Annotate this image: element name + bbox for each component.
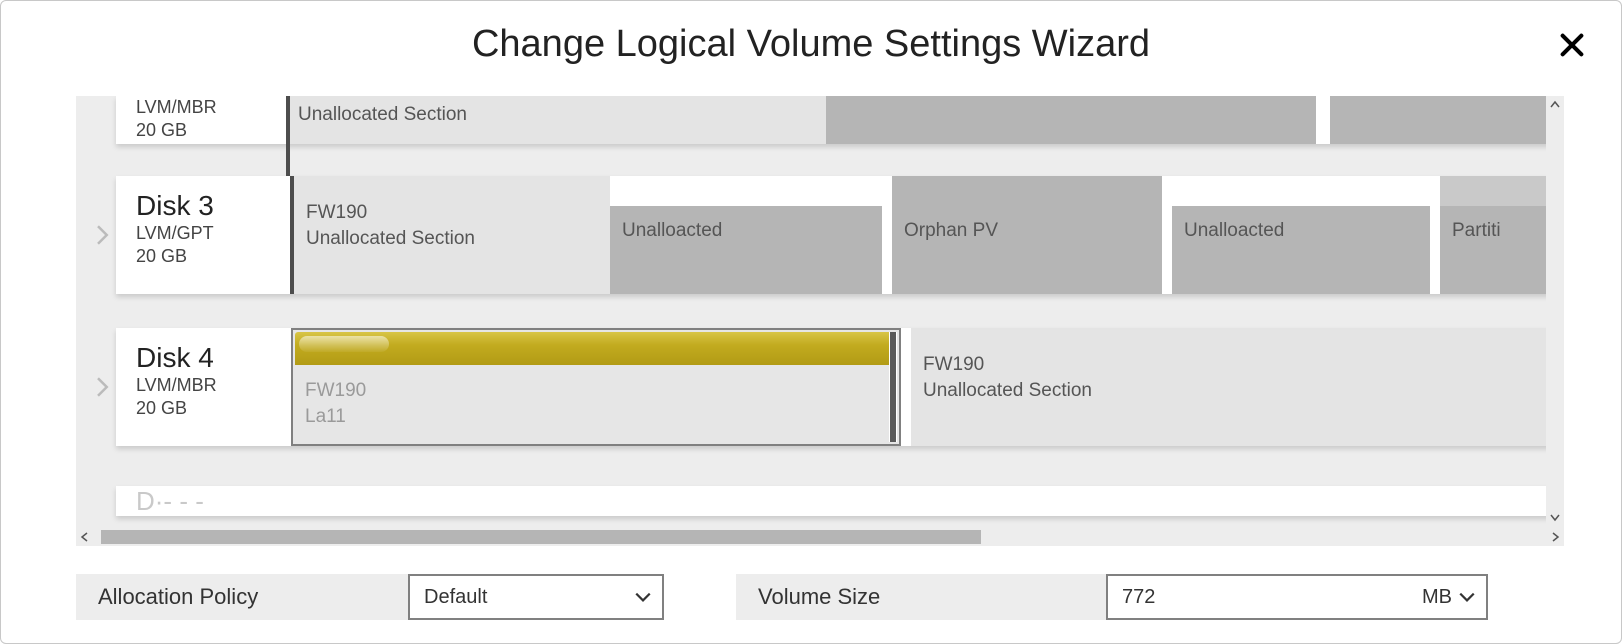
scroll-right-arrow-icon[interactable] (1546, 528, 1564, 546)
disk-type: LVM/MBR (136, 374, 278, 397)
disk-type: LVM/GPT (136, 222, 278, 245)
segment-gap (882, 206, 892, 294)
volume-size-label: Volume Size (736, 574, 1106, 620)
allocation-policy-select[interactable]: Default (408, 574, 664, 620)
volume-size-input[interactable]: 772 MB (1106, 574, 1488, 620)
segment-unallocated[interactable]: FW190 Unallocated Section (294, 176, 610, 294)
chevron-right-icon[interactable] (96, 225, 110, 245)
scroll-left-arrow-icon[interactable] (76, 528, 94, 546)
chevron-right-icon[interactable] (96, 377, 110, 397)
disk-header: Disk 3 LVM/GPT 20 GB (116, 176, 286, 294)
disk-scroll-area: LVM/MBR 20 GB Unallocated Section Disk 3… (76, 96, 1564, 546)
horizontal-scrollbar[interactable] (76, 528, 1564, 546)
segment[interactable]: Unalloacted (1172, 206, 1430, 294)
unit-value: MB (1422, 586, 1452, 609)
disk-size: 20 GB (136, 245, 278, 268)
segment-gap (1162, 176, 1172, 294)
lv-labels: FW190 La11 (305, 378, 366, 429)
close-icon[interactable] (1558, 31, 1586, 59)
segment-gap (1430, 206, 1440, 294)
wizard-title: Change Logical Volume Settings Wizard (1, 1, 1621, 76)
vertical-scrollbar[interactable] (1546, 96, 1564, 526)
segment[interactable] (826, 96, 1316, 144)
disk-size: 20 GB (136, 119, 278, 142)
resize-handle[interactable] (889, 332, 897, 442)
disk-row: Disk 4 LVM/MBR 20 GB FW190 La11 FW190 Un… (116, 328, 1564, 446)
select-value: Default (424, 586, 487, 609)
lv-usage-bar (295, 332, 897, 365)
segment-unallocated[interactable]: Unallocated Section (286, 96, 826, 144)
lv-vg-name: FW190 (305, 378, 366, 404)
logical-volume-selected[interactable]: FW190 La11 (291, 328, 901, 446)
disk-header: Disk 4 LVM/MBR 20 GB (116, 328, 286, 446)
segment-orphan[interactable]: Orphan PV (892, 176, 1162, 294)
chevron-down-icon (1458, 588, 1476, 606)
segment-unallocated[interactable]: FW190 Unallocated Section (911, 328, 1551, 446)
disk-header: LVM/MBR 20 GB (116, 96, 286, 144)
lv-name: La11 (305, 404, 366, 430)
segment-label: Orphan PV (904, 218, 1150, 244)
segment-label: Unallocated Section (923, 378, 1539, 404)
segment-partition[interactable]: Partiti (1440, 206, 1550, 294)
segment-label: Unallocated Section (298, 102, 814, 128)
disk-name: D·- - - (136, 486, 278, 517)
size-unit-select[interactable]: MB (1422, 586, 1476, 609)
disk-row: D·- - - (116, 486, 1564, 516)
segment-gap (1316, 96, 1330, 144)
disk-size: 20 GB (136, 397, 278, 420)
segment[interactable]: Unalloacted (610, 206, 882, 294)
segment-label: FW190 (923, 352, 1539, 378)
chevron-down-icon (634, 588, 652, 606)
size-value: 772 (1122, 586, 1155, 609)
allocation-policy-label: Allocation Policy (76, 574, 408, 620)
segment-label: Partiti (1452, 218, 1538, 244)
segment-label: Unalloacted (622, 218, 870, 244)
settings-row: Allocation Policy Default Volume Size 77… (76, 574, 1564, 619)
segment-label: Unallocated Section (306, 226, 598, 252)
disk-type: LVM/MBR (136, 96, 278, 119)
disk-row: Disk 3 LVM/GPT 20 GB FW190 Unallocated S… (116, 176, 1564, 294)
segment-label: Unalloacted (1184, 218, 1418, 244)
segment-label: FW190 (306, 200, 598, 226)
segment[interactable] (1330, 96, 1564, 144)
disk-name: Disk 3 (136, 190, 278, 222)
scroll-down-arrow-icon[interactable] (1546, 508, 1564, 526)
disk-row: LVM/MBR 20 GB Unallocated Section (116, 96, 1564, 144)
disk-name: Disk 4 (136, 342, 278, 374)
scroll-up-arrow-icon[interactable] (1546, 96, 1564, 114)
scrollbar-thumb[interactable] (101, 530, 981, 544)
